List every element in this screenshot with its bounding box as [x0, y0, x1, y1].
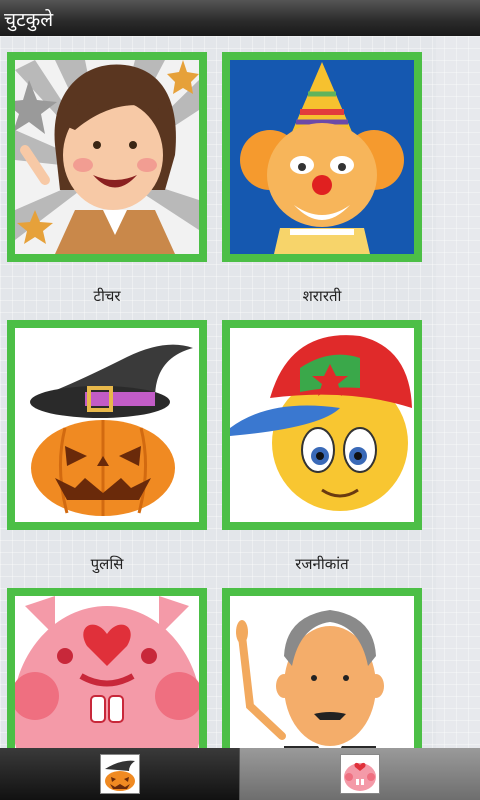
category-label: रजनीकांत	[295, 555, 349, 573]
app-title-bar: चुटकुले	[0, 0, 480, 36]
teacher-image-frame[interactable]	[7, 52, 207, 262]
pink-bunny-icon	[341, 755, 379, 793]
category-tile-emoji[interactable]: रजनीकांत	[222, 320, 422, 574]
right-margin	[436, 36, 480, 748]
category-grid[interactable]: टीचर शरारती पुलसि रजनीकांत	[0, 36, 480, 748]
category-tile-clown[interactable]: शरारती	[222, 52, 422, 306]
pumpkin-icon	[101, 755, 139, 793]
category-label: टीचर	[93, 287, 121, 305]
category-label: शरारती	[302, 287, 342, 305]
category-tile-pumpkin[interactable]: पुलसि	[7, 320, 207, 574]
pumpkin-image-frame[interactable]	[7, 320, 207, 530]
pumpkin-cartoon-icon	[15, 328, 199, 522]
category-tile-bald-man[interactable]	[222, 588, 422, 748]
app-title: चुटकुले	[4, 9, 54, 31]
category-label: पुलसि	[90, 555, 124, 573]
bottom-tab-bar[interactable]	[0, 748, 480, 800]
bald-man-cartoon-icon	[230, 596, 414, 748]
clown-cartoon-icon	[230, 60, 414, 254]
category-tile-bunny[interactable]	[7, 588, 207, 748]
bunny-image-frame[interactable]	[7, 588, 207, 748]
category-tile-teacher[interactable]: टीचर	[7, 52, 207, 306]
clown-image-frame[interactable]	[222, 52, 422, 262]
cap-emoji-icon	[230, 328, 414, 522]
pumpkin-tab-icon	[100, 754, 140, 794]
teacher-cartoon-icon	[15, 60, 199, 254]
pink-bunny-icon	[15, 596, 199, 748]
tab-bunny[interactable]	[240, 748, 480, 800]
bunny-tab-icon	[340, 754, 380, 794]
bald-man-image-frame[interactable]	[222, 588, 422, 748]
emoji-image-frame[interactable]	[222, 320, 422, 530]
tab-pumpkin[interactable]	[0, 748, 240, 800]
